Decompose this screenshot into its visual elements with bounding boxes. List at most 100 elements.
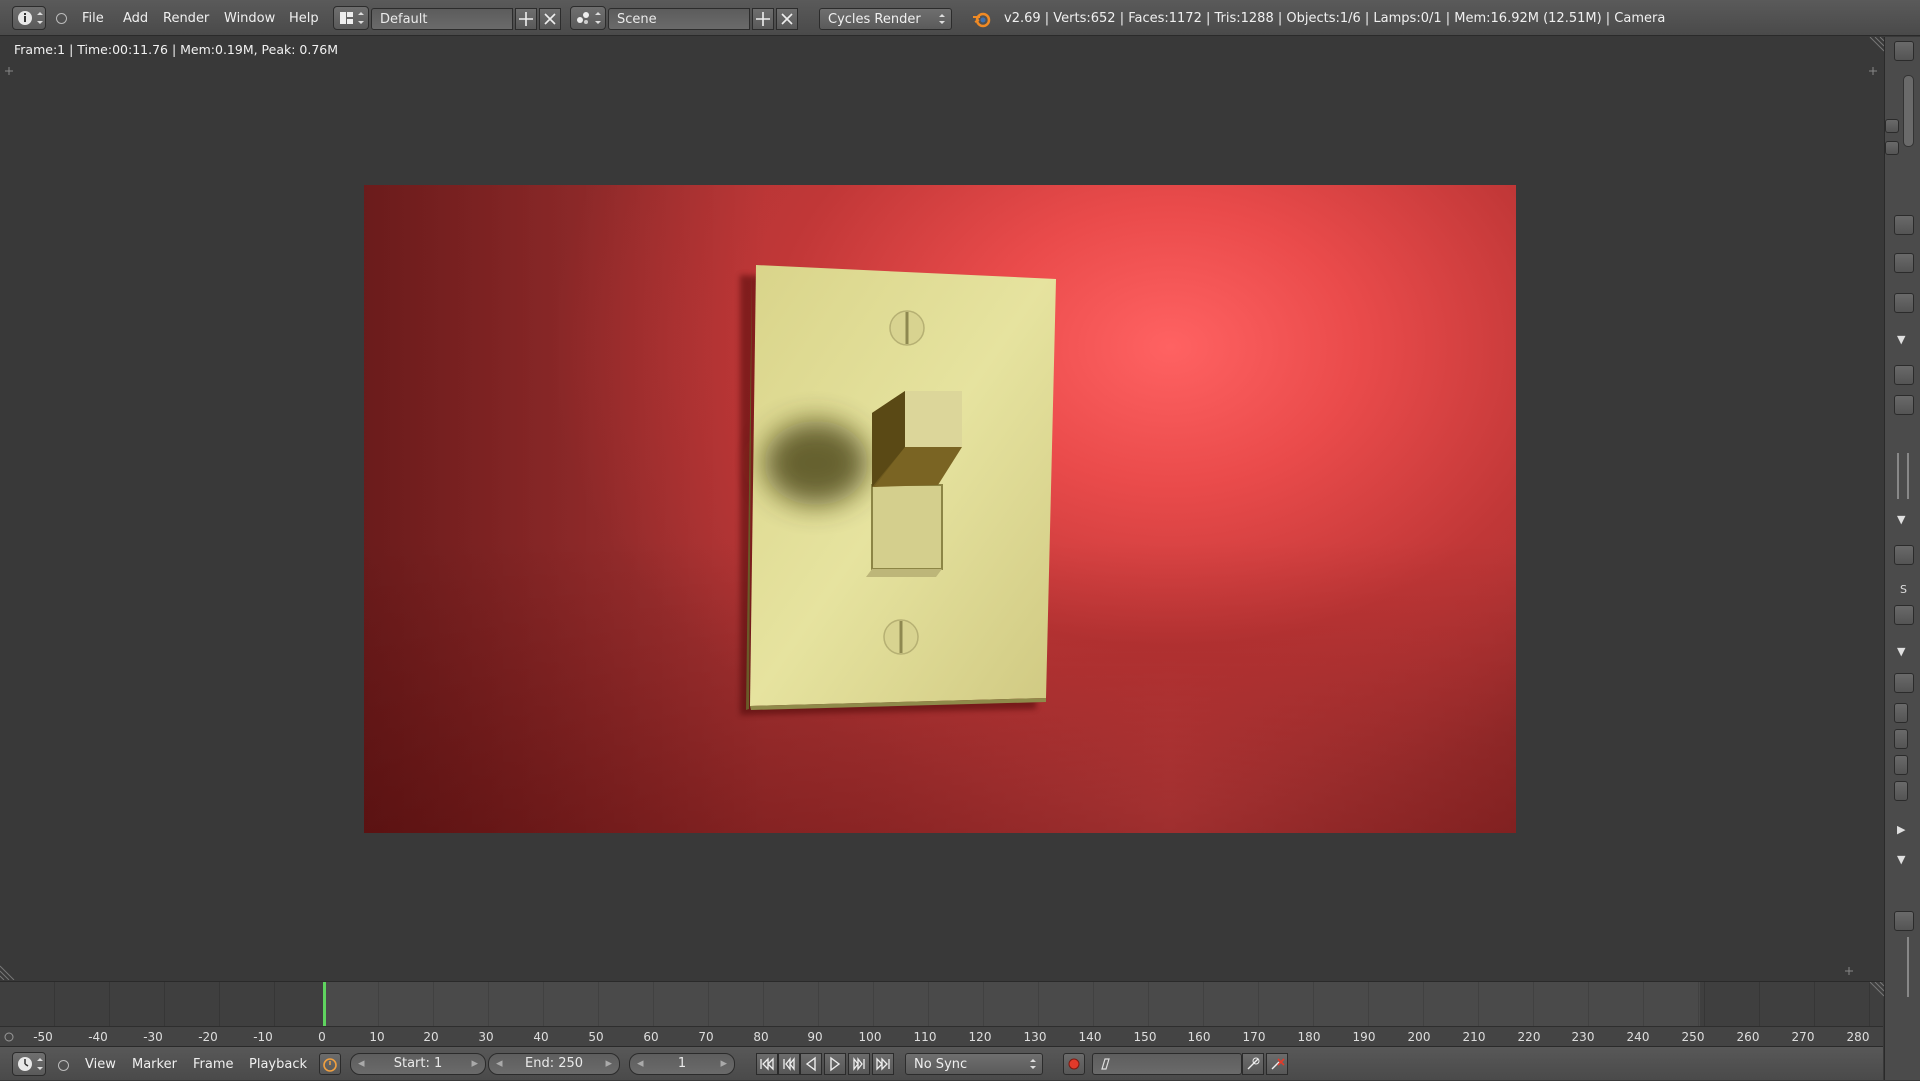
render-button-icon[interactable] — [1894, 365, 1914, 385]
area-corner-grip-icon[interactable] — [0, 962, 18, 980]
panel-collapse-icon[interactable]: ▼ — [1897, 513, 1905, 526]
render-engine-dropdown[interactable]: Cycles Render — [819, 8, 952, 30]
render-layers-icon[interactable] — [1885, 141, 1899, 155]
area-corner-grip-icon[interactable] — [1866, 982, 1884, 1000]
menu-view[interactable]: View — [85, 1057, 116, 1072]
ruler-tick: -40 — [88, 1030, 108, 1044]
toggle-icon[interactable] — [1894, 703, 1908, 723]
ruler-tick: -20 — [198, 1030, 218, 1044]
ruler-tick: 40 — [533, 1030, 549, 1044]
ruler-tick: 70 — [698, 1030, 714, 1044]
updown-arrows-icon — [1030, 1059, 1036, 1069]
scene-icon — [577, 12, 601, 24]
toggle-icon[interactable] — [1894, 781, 1908, 801]
menu-add[interactable]: Add — [123, 11, 148, 26]
screen-layout-selector[interactable] — [333, 6, 369, 30]
jump-to-start-button[interactable] — [756, 1053, 778, 1075]
collapse-menus-icon[interactable] — [56, 13, 67, 24]
ruler-tick: 20 — [423, 1030, 439, 1044]
frame-ruler[interactable]: -50 -40 -30 -20 -10 0 10 20 30 40 50 60 … — [0, 1026, 1883, 1046]
menu-render[interactable]: Render — [163, 11, 209, 26]
remove-scene-button[interactable] — [776, 8, 798, 30]
slider-handle[interactable] — [1897, 453, 1899, 499]
scroll-handle-icon[interactable] — [4, 1032, 14, 1042]
auto-keyframe-record-button[interactable] — [1063, 1053, 1085, 1075]
menu-window[interactable]: Window — [224, 11, 275, 26]
timeline-header: View Marker Frame Playback ◂ Start: 1 ▸ … — [0, 1046, 1883, 1080]
ruler-tick: 30 — [478, 1030, 494, 1044]
area-split-widget-icon[interactable] — [2, 65, 16, 79]
scene-browse-icon[interactable] — [1894, 293, 1914, 313]
ruler-tick: 180 — [1297, 1030, 1321, 1044]
ruler-tick: 50 — [588, 1030, 604, 1044]
ruler-tick: 10 — [369, 1030, 385, 1044]
editor-type-selector[interactable] — [12, 6, 46, 30]
dimensions-icon[interactable] — [1894, 605, 1914, 625]
animation-button-icon[interactable] — [1894, 395, 1914, 415]
play-reverse-button[interactable] — [800, 1053, 822, 1075]
ruler-tick: 270 — [1791, 1030, 1815, 1044]
ruler-tick: 150 — [1133, 1030, 1157, 1044]
panel-collapse-icon[interactable]: ▼ — [1897, 333, 1905, 346]
delete-keyframe-button[interactable] — [1266, 1053, 1288, 1075]
camera-icon[interactable] — [1885, 119, 1899, 133]
blender-logo-icon — [973, 12, 991, 28]
toggle-icon[interactable] — [1894, 755, 1908, 775]
sync-mode-dropdown[interactable]: No Sync — [905, 1053, 1043, 1075]
ruler-tick: 260 — [1736, 1030, 1760, 1044]
ruler-tick: 60 — [643, 1030, 659, 1044]
timeline-editor-type-selector[interactable] — [12, 1052, 46, 1076]
ruler-tick: 190 — [1352, 1030, 1376, 1044]
insert-keyframe-button[interactable] — [1242, 1053, 1264, 1075]
ruler-tick: 110 — [913, 1030, 937, 1044]
toggle-icon[interactable] — [1894, 729, 1908, 749]
preview-range-button[interactable] — [319, 1053, 341, 1075]
menu-help[interactable]: Help — [289, 11, 319, 26]
area-split-widget-icon[interactable] — [1866, 65, 1880, 79]
add-scene-button[interactable] — [752, 8, 774, 30]
image-editor-viewport[interactable]: Frame:1 | Time:00:11.76 | Mem:0.19M, Pea… — [0, 37, 1884, 980]
output-icon[interactable] — [1894, 673, 1914, 693]
menu-playback[interactable]: Playback — [249, 1057, 307, 1072]
menu-frame[interactable]: Frame — [193, 1057, 234, 1072]
remove-screen-button[interactable] — [539, 8, 561, 30]
area-corner-grip-icon[interactable] — [1866, 37, 1884, 55]
properties-editor-type-icon[interactable] — [1894, 41, 1914, 61]
start-frame-field[interactable]: ◂ Start: 1 ▸ — [350, 1053, 486, 1075]
render-properties-icon[interactable] — [1894, 215, 1914, 235]
menu-marker[interactable]: Marker — [132, 1057, 177, 1072]
playhead[interactable] — [323, 982, 326, 1031]
end-frame-label: End: 250 — [524, 1056, 584, 1071]
info-icon — [18, 11, 43, 25]
panel-expand-icon[interactable]: ▶ — [1897, 823, 1905, 836]
collapse-menus-icon[interactable] — [58, 1060, 69, 1071]
jump-keyframe-back-button[interactable] — [778, 1053, 800, 1075]
manipulator-icon[interactable] — [1894, 545, 1914, 565]
start-frame-label: Start: 1 — [393, 1056, 443, 1071]
jump-to-end-button[interactable] — [872, 1053, 894, 1075]
rendered-image — [364, 185, 1516, 833]
timeline-area[interactable] — [0, 981, 1884, 1031]
panel-collapse-icon[interactable]: ▼ — [1897, 853, 1905, 866]
add-screen-button[interactable] — [515, 8, 537, 30]
slider-handle[interactable] — [1907, 937, 1909, 997]
current-frame-field[interactable]: ◂ 1 ▸ — [629, 1053, 735, 1075]
end-frame-field[interactable]: ◂ End: 250 ▸ — [488, 1053, 620, 1075]
keying-set-field[interactable] — [1092, 1053, 1242, 1075]
screen-layout-field[interactable]: Default — [371, 8, 513, 30]
slider-handle[interactable] — [1907, 453, 1909, 499]
panel-collapse-icon[interactable]: ▼ — [1897, 645, 1905, 658]
play-reverse-icon — [805, 1056, 816, 1072]
ruler-tick: 200 — [1407, 1030, 1431, 1044]
bake-icon[interactable] — [1894, 911, 1914, 931]
play-button[interactable] — [824, 1053, 846, 1075]
ruler-tick: 130 — [1023, 1030, 1047, 1044]
pin-icon[interactable] — [1894, 253, 1914, 273]
jump-keyframe-forward-button[interactable] — [848, 1053, 870, 1075]
scene-field[interactable]: Scene — [608, 8, 750, 30]
vertical-scrollbar[interactable] — [1903, 75, 1914, 147]
menu-file[interactable]: File — [82, 11, 104, 26]
frame-range-highlight — [324, 982, 1700, 1031]
area-split-widget-icon[interactable] — [1842, 965, 1856, 979]
scene-selector[interactable] — [570, 6, 606, 30]
